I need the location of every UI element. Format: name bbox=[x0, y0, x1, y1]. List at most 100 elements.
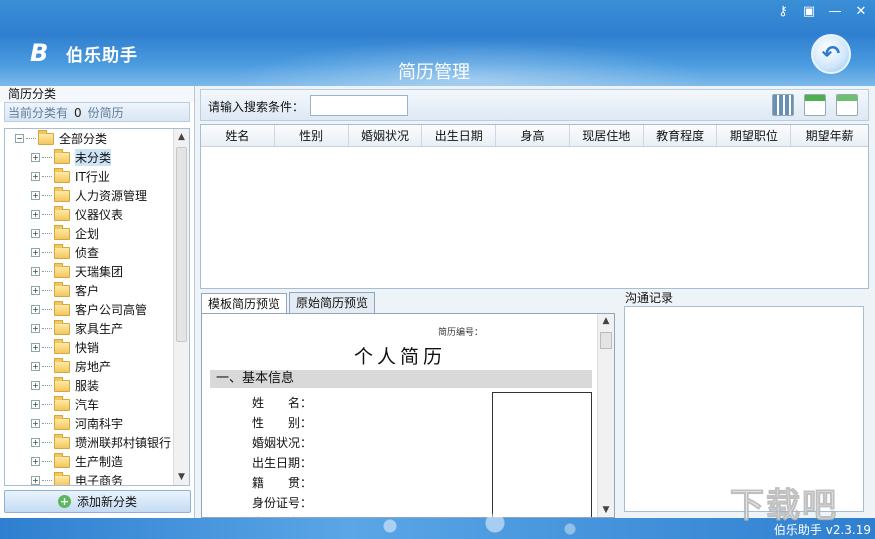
folder-icon bbox=[54, 262, 70, 278]
tree-item[interactable]: + 河南科宇 bbox=[5, 414, 189, 433]
column-header[interactable]: 期望职位 bbox=[717, 125, 792, 146]
category-panel: 简历分类 当前分类有 0 份简历 − 全部分类 + 未分类 + IT行业 + 人力资源管理 + 仪器仪… bbox=[0, 86, 195, 518]
resume-field-label: 性 别： bbox=[252, 416, 313, 430]
folder-icon bbox=[54, 281, 70, 297]
tree-item[interactable]: + 瓒洲联邦村镇银行 bbox=[5, 433, 189, 452]
back-arrow-icon: ↶ bbox=[821, 41, 841, 67]
folder-icon bbox=[54, 357, 70, 373]
tree-item[interactable]: + 快销 bbox=[5, 338, 189, 357]
expand-icon[interactable]: + bbox=[31, 248, 40, 257]
folder-icon bbox=[54, 338, 70, 354]
tree-item[interactable]: + 企划 bbox=[5, 224, 189, 243]
expand-icon[interactable]: + bbox=[31, 381, 40, 390]
tree-item[interactable]: + 侦查 bbox=[5, 243, 189, 262]
resume-table: 姓名 性别 婚姻状况 出生日期 身高 现居住地 教育程度 期望职位 期望年薪 bbox=[200, 124, 869, 289]
tree-item[interactable]: + 天瑞集团 bbox=[5, 262, 189, 281]
folder-icon bbox=[54, 433, 70, 449]
expand-icon[interactable]: + bbox=[31, 172, 40, 181]
expand-icon[interactable]: + bbox=[31, 324, 40, 333]
title-bar: B 伯乐助手 简历管理 ⚷ ▣ — ✕ ↶ bbox=[0, 0, 875, 86]
expand-icon[interactable]: + bbox=[31, 343, 40, 352]
tree-item[interactable]: + 电子商务 bbox=[5, 471, 189, 485]
column-header[interactable]: 姓名 bbox=[201, 125, 275, 146]
scroll-down-icon[interactable]: ▼ bbox=[174, 469, 189, 485]
window-controls: ⚷ ▣ — ✕ bbox=[775, 4, 869, 19]
tree-item[interactable]: + 客户 bbox=[5, 281, 189, 300]
close-icon[interactable]: ✕ bbox=[853, 4, 869, 19]
expand-icon[interactable]: + bbox=[31, 457, 40, 466]
expand-icon[interactable]: + bbox=[31, 210, 40, 219]
tree-scrollbar[interactable]: ▲ ▼ bbox=[173, 129, 189, 485]
scroll-up-icon[interactable]: ▲ bbox=[598, 316, 614, 326]
column-header[interactable]: 教育程度 bbox=[644, 125, 718, 146]
tree-item[interactable]: + 未分类 bbox=[5, 148, 189, 167]
folder-icon bbox=[54, 300, 70, 316]
folder-icon bbox=[54, 376, 70, 392]
resume-field-label: 姓 名： bbox=[252, 396, 313, 410]
table-header: 姓名 性别 婚姻状况 出生日期 身高 现居住地 教育程度 期望职位 期望年薪 bbox=[201, 125, 868, 147]
tree-item[interactable]: + 房地产 bbox=[5, 357, 189, 376]
expand-icon[interactable]: + bbox=[31, 153, 40, 162]
comms-title: 沟通记录 bbox=[625, 291, 674, 305]
column-header[interactable]: 期望年薪 bbox=[791, 125, 868, 146]
tree-root[interactable]: − 全部分类 bbox=[5, 129, 189, 148]
app-logo: B 伯乐助手 bbox=[30, 40, 138, 66]
preview-scroll-thumb[interactable] bbox=[600, 332, 612, 349]
resume-field-label: 籍 贯： bbox=[252, 476, 313, 490]
column-header[interactable]: 现居住地 bbox=[570, 125, 644, 146]
tree-item[interactable]: + 人力资源管理 bbox=[5, 186, 189, 205]
folder-icon bbox=[54, 243, 70, 259]
back-button[interactable]: ↶ bbox=[811, 34, 851, 74]
column-header[interactable]: 婚姻状况 bbox=[349, 125, 423, 146]
expand-icon[interactable]: + bbox=[31, 400, 40, 409]
calculator-icon[interactable] bbox=[772, 94, 794, 116]
resume-preview: 简历编号： 个人简历 一、基本信息 姓 名： 性 别： 婚姻状况： 出生日期： 籍 贯：… bbox=[201, 313, 615, 518]
folder-icon bbox=[38, 129, 54, 145]
tab-template-preview[interactable]: 模板简历预览 bbox=[201, 293, 288, 314]
category-panel-title: 简历分类 bbox=[0, 86, 194, 102]
unlock-icon[interactable]: ⚷ bbox=[775, 4, 791, 19]
search-bar: 请输入搜索条件： bbox=[200, 89, 869, 121]
folder-icon bbox=[54, 148, 70, 164]
tree-item[interactable]: + IT行业 bbox=[5, 167, 189, 186]
tab-original-preview[interactable]: 原始简历预览 bbox=[289, 292, 376, 313]
expand-icon[interactable]: + bbox=[31, 286, 40, 295]
app-name: 伯乐助手 bbox=[66, 45, 138, 66]
preview-tabs: 模板简历预览 原始简历预览 bbox=[201, 292, 377, 314]
photo-box bbox=[492, 392, 592, 517]
watermark: 下载吧 bbox=[730, 486, 838, 527]
scroll-up-icon[interactable]: ▲ bbox=[174, 129, 189, 145]
search-input[interactable] bbox=[310, 95, 408, 116]
tree-scroll-thumb[interactable] bbox=[176, 147, 187, 342]
expand-icon[interactable]: + bbox=[31, 476, 40, 485]
expand-icon[interactable]: + bbox=[31, 362, 40, 371]
resume-field-label: 出生日期： bbox=[252, 456, 313, 470]
tree-item[interactable]: + 汽车 bbox=[5, 395, 189, 414]
edit-document-icon[interactable] bbox=[836, 94, 858, 116]
tree-item[interactable]: + 家具生产 bbox=[5, 319, 189, 338]
expand-icon[interactable]: + bbox=[31, 191, 40, 200]
category-tree: − 全部分类 + 未分类 + IT行业 + 人力资源管理 + 仪器仪表 + 企划 + 侦查 + 天瑞集团 + 客户… bbox=[4, 128, 190, 486]
tree-item[interactable]: + 生产制造 bbox=[5, 452, 189, 471]
tree-item[interactable]: + 服装 bbox=[5, 376, 189, 395]
expand-icon[interactable]: + bbox=[31, 229, 40, 238]
expand-icon[interactable]: + bbox=[31, 305, 40, 314]
collapse-icon[interactable]: − bbox=[15, 134, 24, 143]
folder-icon bbox=[54, 205, 70, 221]
tree-item[interactable]: + 仪器仪表 bbox=[5, 205, 189, 224]
expand-icon[interactable]: + bbox=[31, 267, 40, 276]
tree-item[interactable]: + 客户公司高管 bbox=[5, 300, 189, 319]
folder-icon bbox=[54, 452, 70, 468]
restore-icon[interactable]: ▣ bbox=[801, 4, 817, 19]
preview-scrollbar[interactable]: ▲ ▼ bbox=[597, 314, 614, 517]
expand-icon[interactable]: + bbox=[31, 419, 40, 428]
column-header[interactable]: 出生日期 bbox=[422, 125, 497, 146]
minimize-icon[interactable]: — bbox=[827, 4, 843, 19]
plus-icon: + bbox=[57, 495, 71, 508]
column-header[interactable]: 身高 bbox=[496, 125, 570, 146]
column-header[interactable]: 性别 bbox=[275, 125, 349, 146]
expand-icon[interactable]: + bbox=[31, 438, 40, 447]
add-category-button[interactable]: + 添加新分类 bbox=[4, 490, 191, 513]
add-document-icon[interactable] bbox=[804, 94, 826, 116]
logo-mark: B bbox=[30, 39, 49, 67]
